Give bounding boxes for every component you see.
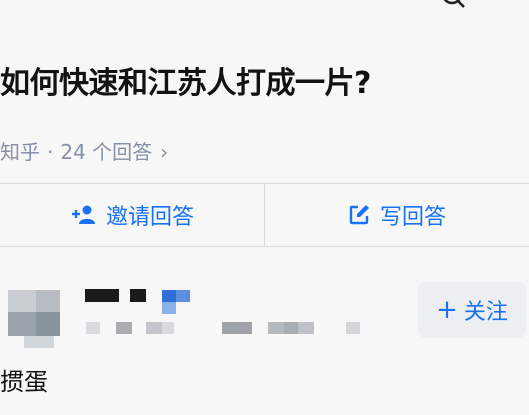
edit-icon <box>349 205 369 225</box>
chevron-right-icon: › <box>160 140 169 164</box>
write-answer-button[interactable]: 写回答 <box>265 184 529 246</box>
follow-label: 关注 <box>463 300 508 325</box>
search-icon[interactable] <box>440 0 466 10</box>
follow-button[interactable]: + 关注 <box>418 282 526 338</box>
question-title[interactable]: 如何快速和江苏人打成一片? <box>0 58 529 102</box>
invite-answer-button[interactable]: 邀请回答 <box>0 184 264 246</box>
plus-icon: + <box>436 295 458 325</box>
answer-count: 24 个回答 <box>60 140 153 164</box>
top-bar <box>0 0 529 14</box>
back-icon[interactable] <box>0 0 10 4</box>
answer-excerpt[interactable]: 掼蛋 <box>0 362 48 397</box>
action-bar: 邀请回答 写回答 <box>0 183 529 247</box>
write-answer-label: 写回答 <box>379 205 446 230</box>
meta-separator: · <box>47 140 54 164</box>
question-meta[interactable]: 知乎 · 24 个回答 › <box>0 136 168 165</box>
add-person-icon <box>71 205 95 224</box>
source-label: 知乎 <box>0 140 40 164</box>
invite-answer-label: 邀请回答 <box>105 205 194 230</box>
